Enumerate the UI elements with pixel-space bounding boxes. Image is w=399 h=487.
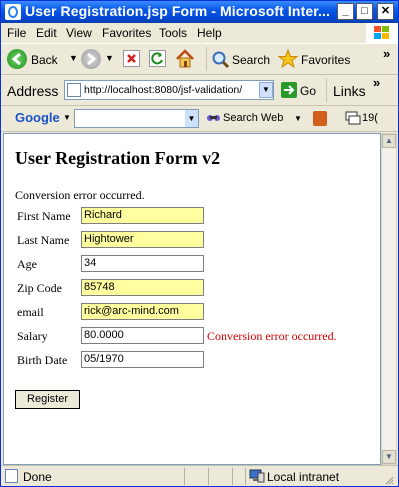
search-web-button[interactable]: Search Web <box>223 112 283 124</box>
vertical-scrollbar[interactable]: ▲ ▼ <box>381 133 397 465</box>
age-label: Age <box>17 257 37 271</box>
google-search-dropdown-icon[interactable]: ▼ <box>185 110 198 127</box>
popup-count: 19( <box>362 112 378 124</box>
first-name-label: First Name <box>17 209 71 223</box>
status-page-icon <box>5 469 18 483</box>
back-button-label[interactable]: Back <box>31 53 58 67</box>
register-button[interactable]: Register <box>15 390 80 409</box>
window-title: User Registration.jsp Form - Microsoft I… <box>25 3 330 19</box>
maximize-button[interactable]: □ <box>356 3 373 20</box>
popup-blocker-icon[interactable] <box>345 111 361 125</box>
title-bar[interactable]: User Registration.jsp Form - Microsoft I… <box>1 1 398 23</box>
birth-date-field[interactable]: 05/1970 <box>81 351 204 368</box>
forward-dropdown-icon[interactable]: ▼ <box>105 53 114 63</box>
address-input[interactable]: http://localhost:8080/jsf-validation/ ▼ <box>64 80 274 100</box>
address-separator <box>326 78 327 102</box>
salary-error-message: Conversion error occurred. <box>207 329 337 343</box>
address-label: Address <box>7 83 59 99</box>
menu-bar: File Edit View Favorites Tools Help <box>1 23 398 44</box>
windows-logo-icon <box>366 23 398 43</box>
zip-code-label: Zip Code <box>17 281 62 295</box>
close-button[interactable]: ✕ <box>377 3 394 20</box>
email-field[interactable]: rick@arc-mind.com <box>81 303 204 320</box>
go-arrow-icon[interactable] <box>281 82 297 98</box>
google-toolbar: Google ▼ ▼ Search Web ▼ 19( <box>1 106 398 132</box>
page-content: User Registration Form v2 Conversion err… <box>3 133 381 465</box>
forward-arrow-icon[interactable] <box>81 49 101 69</box>
links-label[interactable]: Links <box>333 83 366 99</box>
back-dropdown-icon[interactable]: ▼ <box>69 53 78 63</box>
resize-grip-icon[interactable] <box>385 474 394 485</box>
status-text: Done <box>23 470 52 484</box>
google-logo[interactable]: Google <box>15 110 60 125</box>
toolbar-more-icon[interactable]: » <box>383 46 390 61</box>
minimize-button[interactable]: _ <box>337 3 354 20</box>
search-button-label[interactable]: Search <box>232 53 270 67</box>
address-dropdown-icon[interactable]: ▼ <box>259 82 273 98</box>
favorites-button-label[interactable]: Favorites <box>301 53 350 67</box>
email-label: email <box>17 305 44 319</box>
address-url: http://localhost:8080/jsf-validation/ <box>84 84 243 96</box>
favorites-star-icon[interactable] <box>277 48 299 69</box>
stop-icon[interactable] <box>123 50 140 67</box>
last-name-field[interactable]: Hightower <box>81 231 204 248</box>
browser-window: User Registration.jsp Form - Microsoft I… <box>0 0 399 487</box>
menu-tools[interactable]: Tools <box>159 26 187 40</box>
menu-view[interactable]: View <box>66 26 92 40</box>
home-icon[interactable] <box>175 49 195 68</box>
local-intranet-icon <box>249 469 265 483</box>
age-field[interactable]: 34 <box>81 255 204 272</box>
zip-code-field[interactable]: 85748 <box>81 279 204 296</box>
google-search-input[interactable]: ▼ <box>74 109 199 128</box>
search-web-icon[interactable] <box>206 112 221 125</box>
first-name-field[interactable]: Richard <box>81 207 204 224</box>
menu-help[interactable]: Help <box>197 26 222 40</box>
scroll-up-arrow-icon[interactable]: ▲ <box>382 134 396 148</box>
menu-file[interactable]: File <box>7 26 26 40</box>
birth-date-label: Birth Date <box>17 353 68 367</box>
salary-label: Salary <box>17 329 48 343</box>
refresh-icon[interactable] <box>149 50 166 67</box>
internet-explorer-icon <box>5 4 21 20</box>
back-arrow-icon[interactable] <box>7 49 27 69</box>
search-web-dropdown-icon[interactable]: ▼ <box>294 114 302 123</box>
links-more-icon[interactable]: » <box>373 75 380 90</box>
status-divider-4 <box>245 468 246 485</box>
page-icon <box>67 83 81 97</box>
search-icon[interactable] <box>211 50 230 69</box>
news-icon[interactable] <box>313 111 327 126</box>
status-divider-1 <box>184 468 185 485</box>
status-divider-3 <box>232 468 233 485</box>
status-bar: Done Local intranet <box>1 465 398 486</box>
google-menu-dropdown-icon[interactable]: ▼ <box>63 113 71 122</box>
go-button[interactable]: Go <box>300 84 316 98</box>
error-summary: Conversion error occurred. <box>15 188 145 202</box>
scroll-down-arrow-icon[interactable]: ▼ <box>382 450 396 464</box>
address-bar: Address http://localhost:8080/jsf-valida… <box>1 75 398 106</box>
menu-edit[interactable]: Edit <box>36 26 57 40</box>
status-divider-2 <box>208 468 209 485</box>
menu-favorites[interactable]: Favorites <box>102 26 151 40</box>
security-zone: Local intranet <box>267 470 340 484</box>
last-name-label: Last Name <box>17 233 70 247</box>
standard-toolbar: Back ▼ ▼ Search Favorites » <box>1 44 398 75</box>
salary-field[interactable]: 80.0000 <box>81 327 204 344</box>
page-title: User Registration Form v2 <box>15 148 221 168</box>
toolbar-separator <box>206 47 207 71</box>
